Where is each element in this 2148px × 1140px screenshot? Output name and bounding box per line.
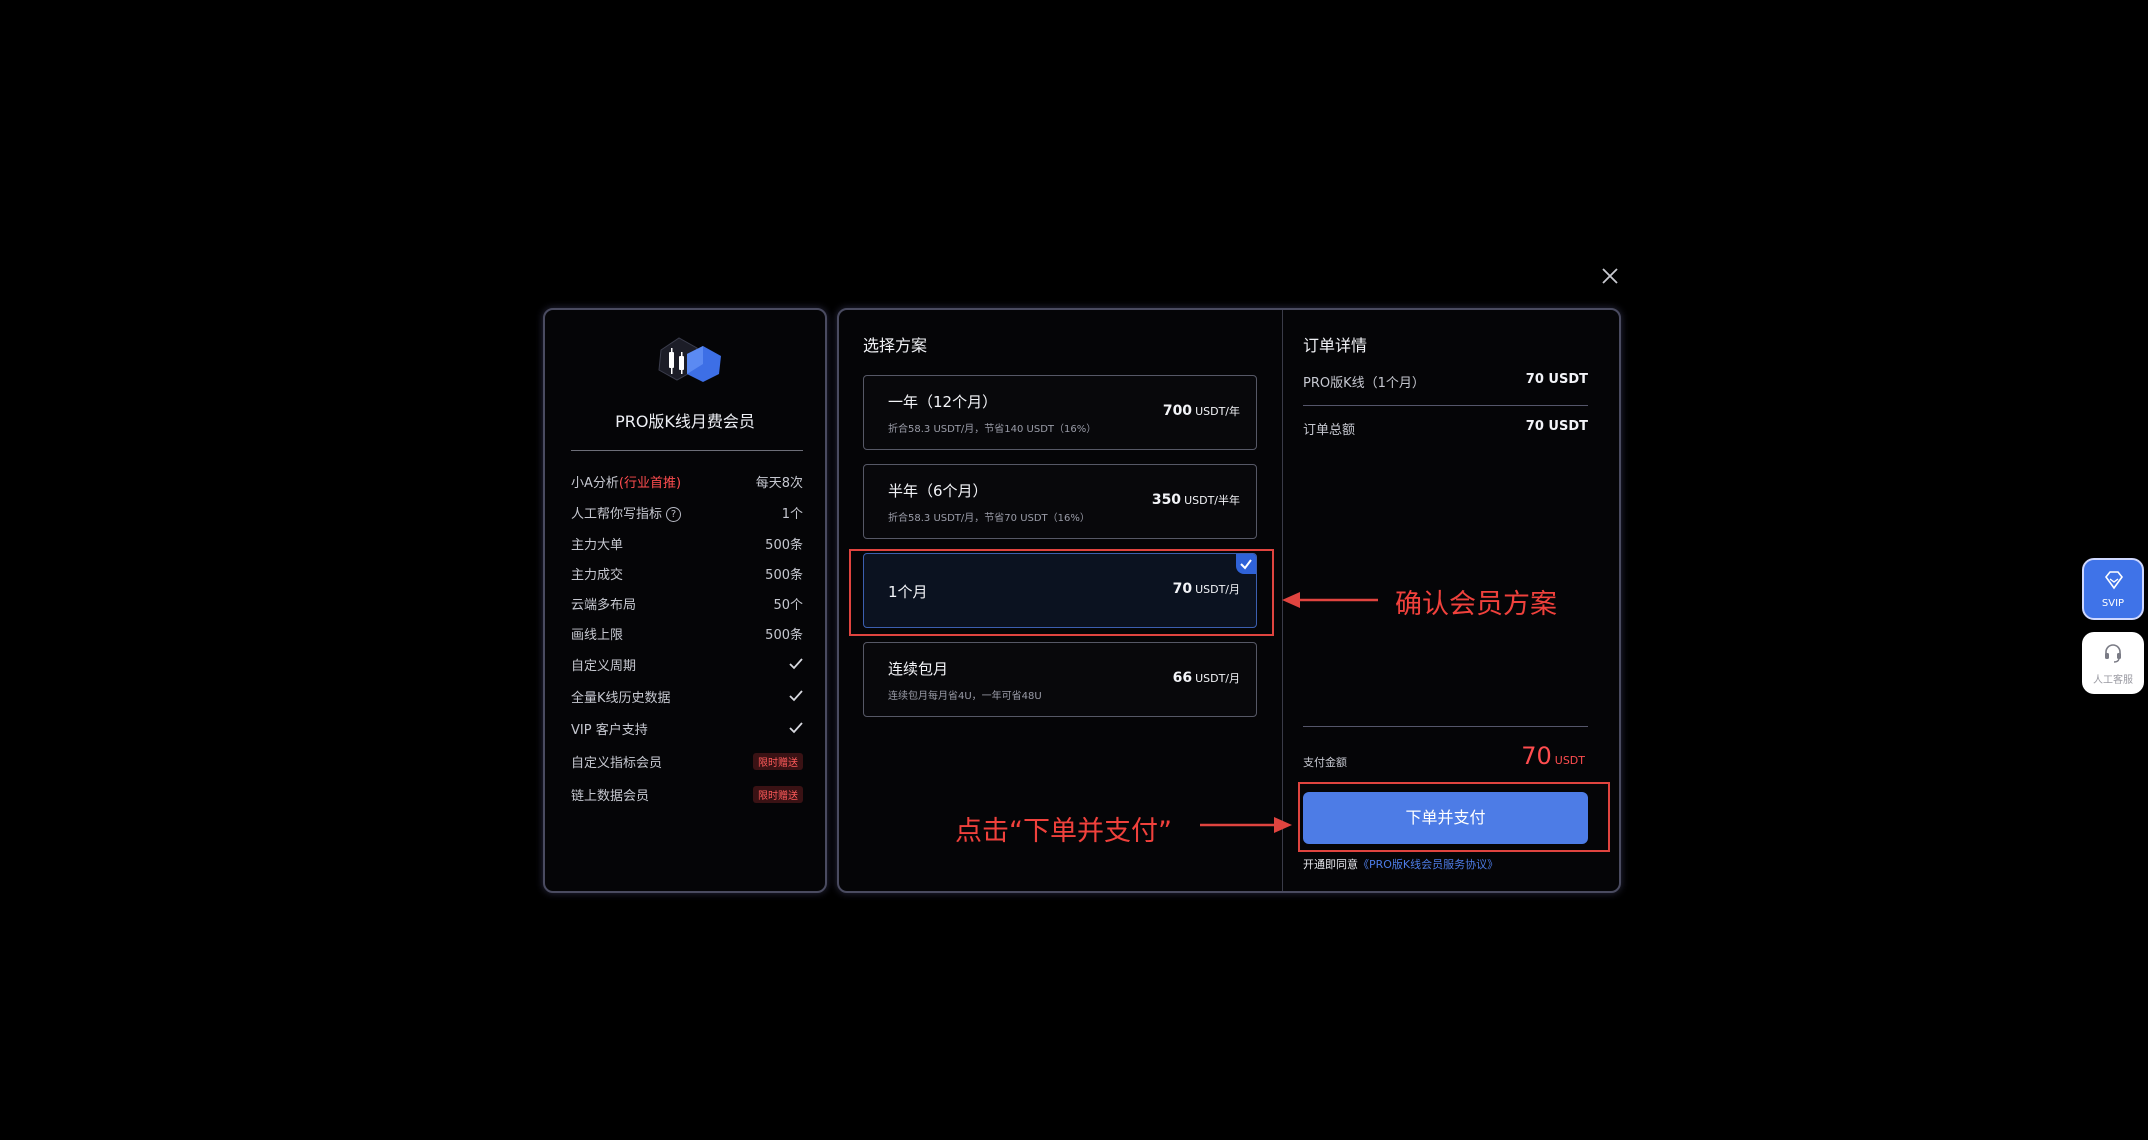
feature-row: 链上数据会员 限时赠送: [571, 784, 803, 804]
plan-option-yearly[interactable]: 一年（12个月） 折合58.3 USDT/月，节省140 USDT（16%） 7…: [863, 375, 1257, 450]
pro-kline-logo: [651, 334, 725, 394]
feature-value: 500条: [765, 627, 803, 643]
feature-value: 500条: [765, 567, 803, 583]
price-value: 66: [1172, 670, 1193, 686]
feature-highlight: (行业首推): [618, 475, 682, 491]
price-unit: USDT/半年: [1184, 494, 1240, 507]
headset-icon: [2105, 644, 2121, 663]
customer-service-button[interactable]: 人工客服: [2082, 632, 2144, 694]
pay-amount-label: 支付金额: [1303, 756, 1347, 769]
pay-amount-value: 70: [1521, 742, 1552, 770]
feature-label: 画线上限: [571, 627, 624, 643]
close-icon[interactable]: [1596, 262, 1624, 290]
feature-label: 主力成交: [571, 567, 624, 583]
service-label: 人工客服: [2093, 675, 2133, 686]
agreement-prefix: 开通即同意: [1303, 858, 1358, 871]
feature-label: 人工帮你写指标: [571, 506, 663, 522]
check-icon: [789, 722, 803, 734]
order-total-label: 订单总额: [1303, 423, 1356, 438]
service-agreement-link[interactable]: 《PRO版K线会员服务协议》: [1358, 858, 1498, 871]
annotation-box-pay: [1298, 782, 1610, 852]
feature-label: 自定义指标会员: [571, 755, 663, 771]
plan-title: 连续包月: [888, 660, 949, 678]
feature-row: 人工帮你写指标? 1个: [571, 502, 803, 522]
price-value: 350: [1151, 492, 1182, 508]
feature-label: 主力大单: [571, 537, 624, 553]
annotation-arrow-plan: [1282, 592, 1378, 608]
plan-option-half-year[interactable]: 半年（6个月） 折合58.3 USDT/月，节省70 USDT（16%） 350…: [863, 464, 1257, 539]
feature-row: 云端多布局 50个: [571, 593, 803, 613]
help-icon[interactable]: ?: [666, 506, 682, 522]
annotation-arrow-pay: [1200, 817, 1292, 833]
svip-label: SVIP: [2101, 598, 2125, 609]
diamond-icon: [2104, 571, 2124, 590]
agreement-text: 开通即同意《PRO版K线会员服务协议》: [1303, 856, 1498, 872]
plan-option-auto-renew[interactable]: 连续包月 连续包月每月省4U，一年可省48U 66 USDT/月: [863, 642, 1257, 717]
feature-row: 自定义周期: [571, 654, 803, 674]
feature-label: 全量K线历史数据: [571, 690, 671, 706]
divider: [571, 450, 803, 451]
feature-row: VIP 客户支持: [571, 718, 803, 738]
order-item-label: PRO版K线（1个月）: [1303, 376, 1425, 391]
gift-badge: 限时赠送: [753, 785, 803, 803]
price-unit: USDT/年: [1195, 405, 1240, 418]
check-icon: [789, 658, 803, 670]
svip-button[interactable]: SVIP: [2082, 558, 2144, 620]
feature-value: 50个: [773, 597, 803, 613]
annotation-confirm-plan: 确认会员方案: [1395, 589, 1557, 620]
feature-label: 小A分析: [571, 475, 619, 491]
plan-title: 一年（12个月）: [888, 393, 998, 411]
feature-row: 主力大单 500条: [571, 533, 803, 553]
pay-amount-unit: USDT: [1554, 754, 1585, 767]
plan-subtitle: 连续包月每月省4U，一年可省48U: [888, 691, 1042, 702]
plan-subtitle: 折合58.3 USDT/月，节省70 USDT（16%）: [888, 513, 1090, 524]
plan-price: 700 USDT/年: [1163, 403, 1240, 419]
price-value: 700: [1162, 403, 1193, 419]
pay-amount: 70 USDT: [1521, 742, 1585, 770]
feature-value: 每天8次: [755, 475, 803, 491]
plan-subtitle: 折合58.3 USDT/月，节省140 USDT（16%）: [888, 424, 1097, 435]
feature-row: 全量K线历史数据: [571, 686, 803, 706]
plan-price: 66 USDT/月: [1173, 670, 1240, 686]
plan-price: 350 USDT/半年: [1152, 492, 1240, 508]
feature-row: 小A分析(行业首推) 每天8次: [571, 471, 803, 491]
check-icon: [789, 690, 803, 702]
divider: [1303, 405, 1588, 406]
order-total-row: 订单总额 70 USDT: [1303, 419, 1588, 438]
divider: [1303, 726, 1588, 727]
annotation-box-plan: [849, 549, 1274, 636]
order-title: 订单详情: [1303, 336, 1368, 355]
order-item-amount: 70 USDT: [1525, 372, 1588, 387]
feature-value: 1个: [781, 506, 803, 522]
feature-row: 主力成交 500条: [571, 563, 803, 583]
gift-badge: 限时赠送: [753, 752, 803, 770]
plans-title: 选择方案: [863, 336, 928, 355]
plan-title: 半年（6个月）: [888, 482, 988, 500]
feature-label: 云端多布局: [571, 597, 637, 613]
membership-benefits-card: PRO版K线月费会员 小A分析(行业首推) 每天8次 人工帮你写指标? 1个 主…: [543, 308, 827, 893]
feature-value: 500条: [765, 537, 803, 553]
feature-row: 画线上限 500条: [571, 623, 803, 643]
feature-label: VIP 客户支持: [571, 722, 648, 738]
feature-row: 自定义指标会员 限时赠送: [571, 751, 803, 771]
order-total-amount: 70 USDT: [1525, 419, 1588, 434]
annotation-click-pay: 点击“下单并支付”: [955, 816, 1172, 847]
price-unit: USDT/月: [1195, 672, 1240, 685]
feature-label: 链上数据会员: [571, 788, 650, 804]
plan-name: PRO版K线月费会员: [615, 412, 755, 431]
order-item-row: PRO版K线（1个月） 70 USDT: [1303, 372, 1588, 391]
feature-label: 自定义周期: [571, 658, 637, 674]
